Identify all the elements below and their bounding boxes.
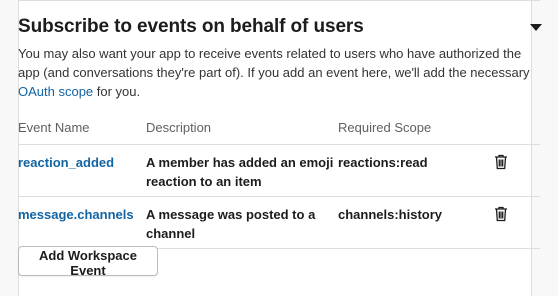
- oauth-scope-link[interactable]: OAuth scope: [18, 84, 93, 99]
- section-divider: [18, 0, 540, 1]
- description-text-before: You may also want your app to receive ev…: [18, 46, 530, 80]
- table-header-row: Event Name Description Required Scope: [18, 110, 540, 145]
- event-description: A message was posted to a channel: [146, 207, 316, 241]
- column-header-event-name: Event Name: [18, 119, 90, 135]
- section-description: You may also want your app to receive ev…: [18, 44, 534, 101]
- event-name-link[interactable]: message.channels: [18, 207, 134, 222]
- events-table: Event Name Description Required Scope re…: [18, 110, 540, 249]
- event-scope: channels:history: [338, 207, 443, 222]
- event-name-link[interactable]: reaction_added: [18, 155, 114, 170]
- trash-icon[interactable]: [494, 206, 508, 222]
- table-row: reaction_added A member has added an emo…: [18, 145, 540, 197]
- add-workspace-event-button[interactable]: Add Workspace Event: [18, 246, 158, 278]
- section-title: Subscribe to events on behalf of users: [18, 16, 364, 37]
- column-header-required-scope: Required Scope: [338, 119, 432, 135]
- trash-icon[interactable]: [494, 154, 508, 170]
- caret-down-icon[interactable]: [530, 23, 542, 31]
- description-text-after: for you.: [93, 84, 141, 99]
- event-scope: reactions:read: [338, 155, 428, 170]
- table-row: message.channels A message was posted to…: [18, 197, 540, 249]
- section-header[interactable]: Subscribe to events on behalf of users: [18, 14, 544, 40]
- column-header-description: Description: [146, 119, 212, 135]
- event-description: A member has added an emoji reaction to …: [146, 155, 334, 189]
